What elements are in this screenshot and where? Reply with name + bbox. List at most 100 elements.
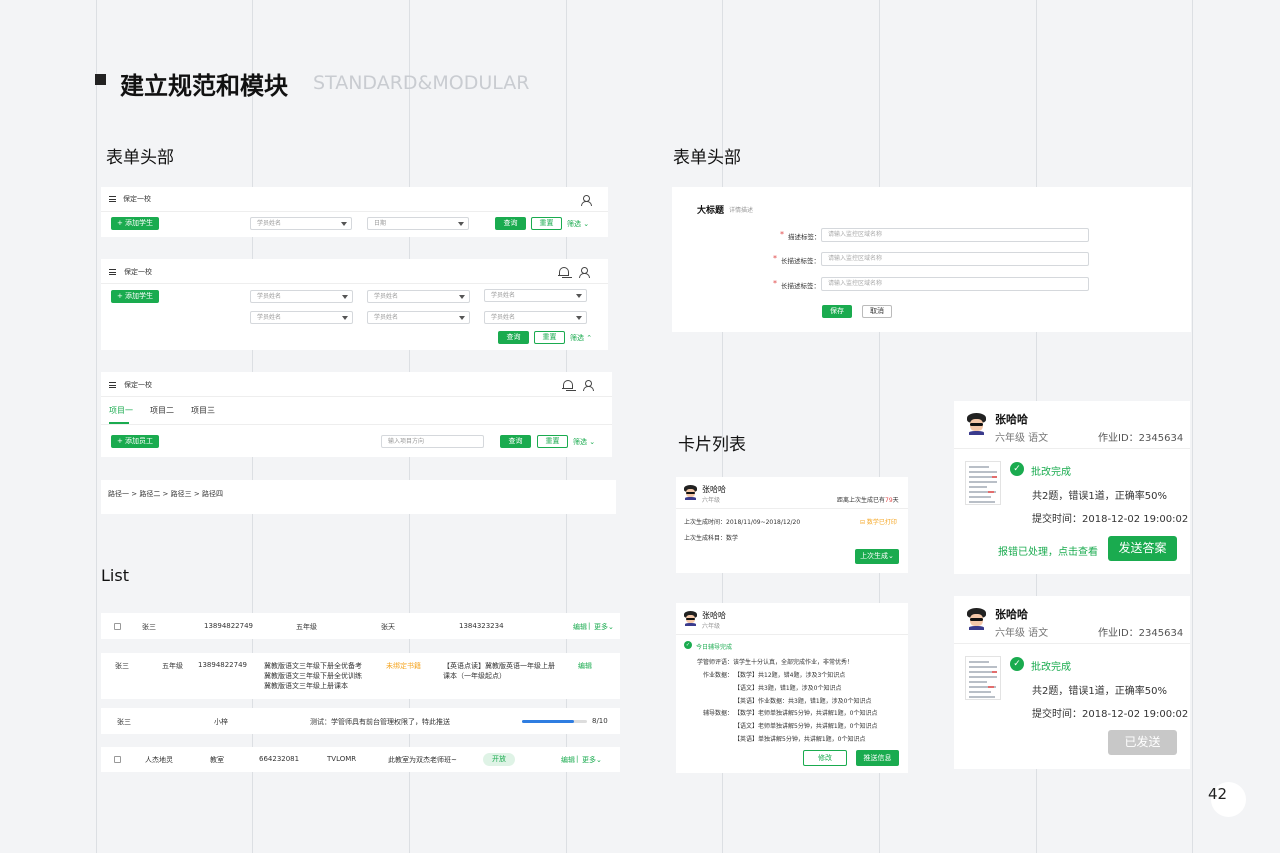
row-checkbox[interactable]	[114, 623, 121, 630]
student-name: 张哈哈	[995, 413, 1028, 426]
filter-toggle[interactable]: 筛选 ⌄	[573, 437, 595, 447]
add-student-button[interactable]: + 添加学生	[111, 217, 159, 230]
more-link[interactable]: 更多⌄	[582, 755, 602, 765]
breadcrumb-path[interactable]: 路径一 > 路径二 > 路径三 > 路径四	[108, 489, 223, 499]
cell-code: TVLOMR	[327, 755, 357, 763]
student-name: 张哈哈	[702, 611, 726, 620]
homework-thumbnail[interactable]	[965, 461, 1001, 505]
student-name-select[interactable]: 学员姓名	[250, 290, 353, 303]
edit-link[interactable]: 编辑	[578, 661, 592, 671]
modify-button[interactable]: 修改	[803, 750, 847, 766]
chevron-down-icon	[342, 294, 348, 299]
submit-time: 提交时间：2018-12-02 19:00:02	[1032, 709, 1189, 720]
tab-project-1[interactable]: 项目一	[109, 405, 133, 416]
cell-message: 测试：学管师具有前台管理权限了，特此推送	[310, 718, 450, 726]
section-title: 卡片列表	[678, 435, 746, 455]
field-input[interactable]: 请输入监控区域名称	[821, 228, 1089, 242]
sent-button[interactable]: 已发送	[1108, 730, 1177, 755]
filter-toggle[interactable]: 筛选 ⌄	[567, 219, 589, 229]
status-badge: 开放	[483, 753, 515, 766]
chevron-down-icon	[576, 293, 582, 298]
progress-text: 8/10	[592, 717, 608, 725]
section-title: 表单头部	[106, 148, 174, 168]
homework-card: 张哈哈 六年级 语文 作业ID：2345634 ✓ 批改完成 共2题，错误1道，…	[954, 401, 1190, 574]
chevron-down-icon	[459, 294, 465, 299]
avatar	[967, 608, 986, 630]
tab-project-2[interactable]: 项目二	[150, 405, 174, 416]
edit-link[interactable]: 编辑	[561, 755, 575, 765]
reset-button[interactable]: 重置	[534, 331, 565, 344]
more-link[interactable]: 更多⌄	[594, 622, 614, 632]
divider	[676, 634, 908, 635]
list-row: 张三 小梓 测试：学管师具有前台管理权限了，特此推送 8/10	[101, 708, 620, 734]
user-icon[interactable]	[580, 195, 592, 206]
menu-icon[interactable]	[109, 196, 116, 202]
field-input[interactable]: 请输入监控区域名称	[821, 252, 1089, 266]
send-answer-button[interactable]: 发送答案	[1108, 536, 1177, 561]
query-button[interactable]: 查询	[500, 435, 531, 448]
school-name: 保定一校	[124, 268, 152, 276]
required-mark: *	[773, 279, 777, 288]
form-title: 大标题	[697, 206, 725, 216]
user-icon[interactable]	[578, 267, 590, 278]
cancel-button[interactable]: 取消	[862, 305, 892, 318]
edit-link[interactable]: 编辑	[573, 622, 587, 632]
query-button[interactable]: 查询	[495, 217, 526, 230]
chevron-down-icon	[576, 315, 582, 320]
last-generated-time: 上次生成时间：2018/11/09~2018/12/20	[684, 519, 801, 526]
cell-phone: 13894822749	[198, 661, 247, 669]
student-name-select[interactable]: 学员姓名	[367, 290, 470, 303]
query-button[interactable]: 查询	[498, 331, 529, 344]
progress-fill	[522, 720, 574, 723]
menu-icon[interactable]	[109, 269, 116, 275]
add-staff-button[interactable]: + 添加员工	[111, 435, 159, 448]
required-mark: *	[773, 254, 777, 263]
reset-button[interactable]: 重置	[537, 435, 568, 448]
filter-toggle[interactable]: 筛选 ⌃	[570, 333, 592, 343]
cell-name: 人杰地灵	[145, 756, 173, 764]
push-info-button[interactable]: 推送信息	[856, 750, 899, 766]
tab-project-3[interactable]: 项目三	[191, 405, 215, 416]
section-title: 表单头部	[673, 148, 741, 168]
student-name-select[interactable]: 学员姓名	[484, 311, 587, 324]
date-select[interactable]: 日期	[367, 217, 469, 230]
student-grade: 六年级 语文	[995, 628, 1049, 639]
cell-course: 【英语点读】冀教版英语一年级上册	[443, 662, 555, 670]
link-separator: |	[588, 622, 591, 630]
student-card: 张哈哈 六年级 距离上次生成已有79天 上次生成时间：2018/11/09~20…	[676, 477, 908, 573]
menu-icon[interactable]	[109, 382, 116, 388]
student-name-select[interactable]: 学员姓名	[484, 289, 587, 302]
cell-name: 张三	[117, 718, 131, 726]
homework-id: 作业ID：2345634	[1098, 433, 1184, 444]
row-checkbox[interactable]	[114, 756, 121, 763]
error-handled-link[interactable]: 报错已处理，点击查看	[998, 543, 1098, 558]
field-input[interactable]: 请输入监控区域名称	[821, 277, 1089, 291]
last-generated-dropdown[interactable]: 上次生成⌄	[855, 549, 899, 564]
tutor-label: 辅导数据：	[703, 710, 734, 717]
detail-form: 大标题 详情描述 * 描述标签： 请输入监控区域名称 * 长描述标签： 请输入监…	[672, 187, 1191, 332]
student-name-select[interactable]: 学员姓名	[367, 311, 470, 324]
bell-icon[interactable]	[558, 267, 569, 278]
student-name-select[interactable]: 学员姓名	[250, 217, 352, 230]
user-icon[interactable]	[582, 380, 594, 391]
page-subtitle: STANDARD&MODULAR	[313, 72, 530, 94]
divider	[101, 283, 608, 284]
school-name: 保定一校	[124, 381, 152, 389]
add-student-button[interactable]: + 添加学生	[111, 290, 159, 303]
reset-button[interactable]: 重置	[531, 217, 562, 230]
form-header-simple: 保定一校 + 添加学生 学员姓名 日期 查询 重置 筛选 ⌄	[101, 187, 608, 237]
field-label: 长描述标签：	[781, 257, 820, 265]
chevron-down-icon	[341, 221, 347, 226]
bell-icon[interactable]	[562, 380, 573, 391]
section-title: List	[101, 566, 129, 585]
student-name-select[interactable]: 学员姓名	[250, 311, 353, 324]
cell-course: 课本（一年级起点）	[443, 672, 506, 680]
project-direction-input[interactable]: 输入项目方向	[381, 435, 484, 448]
homework-thumbnail[interactable]	[965, 656, 1001, 700]
cell-name: 张三	[142, 623, 156, 631]
cell-phone: 13894822749	[204, 622, 253, 630]
save-button[interactable]: 保存	[822, 305, 852, 318]
gridline	[96, 0, 97, 853]
chevron-down-icon	[342, 315, 348, 320]
tutor-item: 【数学】老师单独讲解5分钟，共讲解1题，0个知识点	[734, 710, 878, 717]
